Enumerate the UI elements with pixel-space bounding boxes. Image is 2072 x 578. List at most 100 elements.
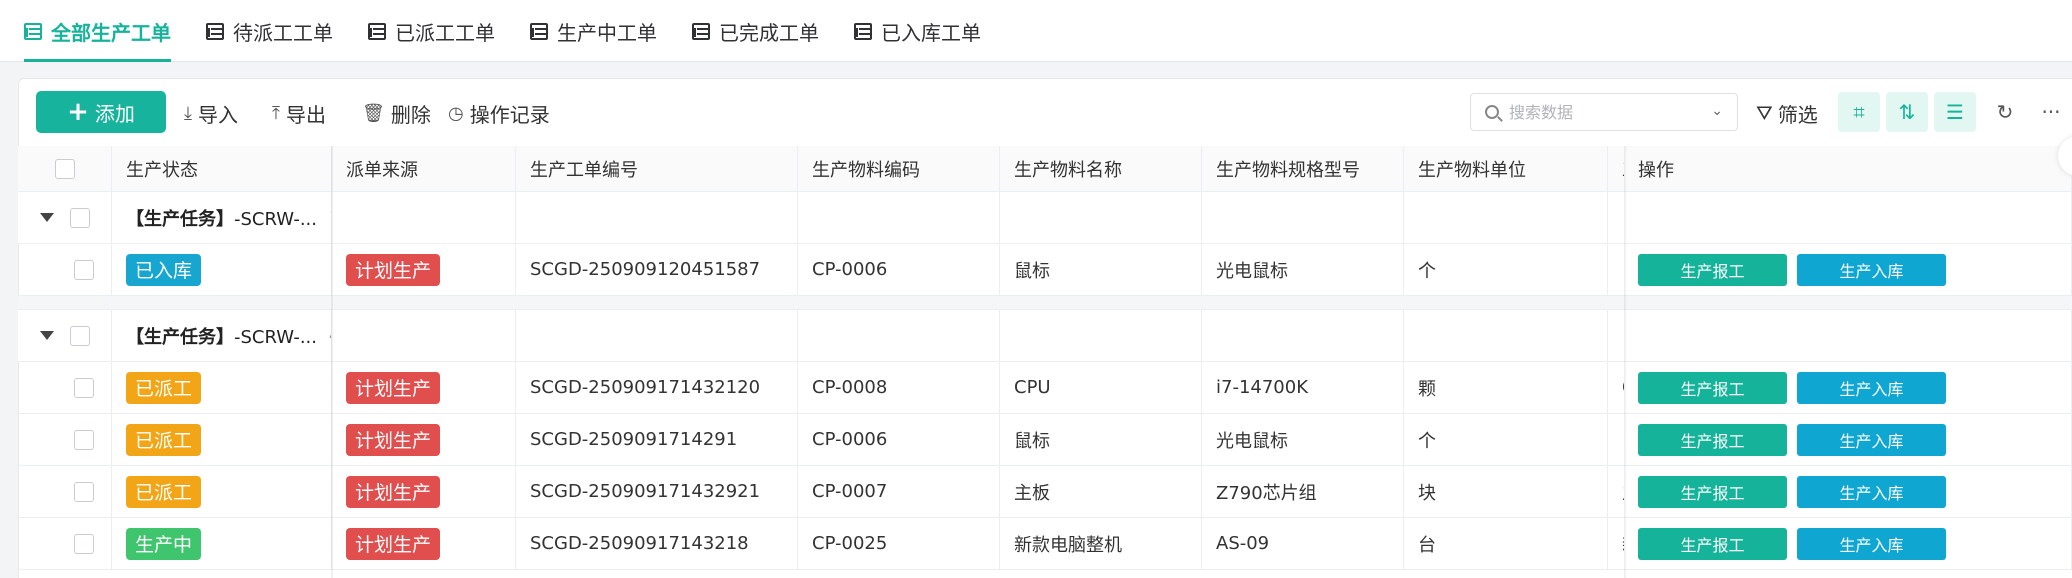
material-unit: 颗 <box>1404 362 1608 413</box>
material-spec: AS-09 <box>1202 518 1404 569</box>
tab-bar: 全部生产工单 待派工工单 已派工工单 生产中工单 已完成工单 已入库工单 <box>0 0 2072 62</box>
group-divider <box>18 296 2072 310</box>
active-tab-underline <box>24 59 171 62</box>
material-name: CPU <box>1000 362 1202 413</box>
status-badge: 已入库 <box>126 253 202 286</box>
column-header[interactable]: 生产状态 <box>112 146 332 191</box>
status-badge: 已派工 <box>126 475 202 508</box>
table-row[interactable]: 已派工 计划生产 SCGD-250909171432921 CP-0007 主板… <box>18 466 2072 518</box>
production-stockin-button[interactable]: 生产入库 <box>1797 527 1946 560</box>
source-badge: 计划生产 <box>346 253 441 286</box>
material-spec: 光电鼠标 <box>1202 414 1404 465</box>
filter-label: 筛选 <box>1777 102 1818 127</box>
operation-log-button[interactable]: ◷ 操作记录 <box>448 96 550 130</box>
more-button[interactable]: ··· <box>2030 92 2072 132</box>
material-code: CP-0025 <box>798 518 1000 569</box>
tab-label: 已完成工单 <box>719 20 819 45</box>
column-header[interactable]: 派单来源 <box>332 146 516 191</box>
refresh-button[interactable]: ↻ <box>1984 92 2026 132</box>
production-report-button[interactable]: 生产报工 <box>1638 475 1787 508</box>
tree-expand-button[interactable]: ⇅ <box>1886 92 1928 132</box>
tab-pending-dispatch[interactable]: 待派工工单 <box>206 0 333 62</box>
source-badge: 计划生产 <box>346 475 441 508</box>
add-button-label: 添加 <box>94 101 135 126</box>
left-fixed-column-divider <box>331 146 333 578</box>
search-icon <box>1485 105 1499 119</box>
tab-dispatched[interactable]: 已派工工单 <box>368 0 495 62</box>
fixed-column-shadow <box>1624 146 1627 578</box>
table-row[interactable]: 生产中 计划生产 SCGD-25090917143218 CP-0025 新款电… <box>18 518 2072 570</box>
table-row[interactable]: 已派工 计划生产 SCGD-250909171432120 CP-0008 CP… <box>18 362 2072 414</box>
production-report-button[interactable]: 生产报工 <box>1638 253 1787 286</box>
production-stockin-button[interactable]: 生产入库 <box>1797 423 1946 456</box>
export-button[interactable]: ⤒ 导出 <box>272 96 326 130</box>
row-checkbox[interactable] <box>74 429 94 450</box>
table-icon <box>854 22 872 40</box>
row-checkbox[interactable] <box>74 377 94 398</box>
production-report-button[interactable]: 生产报工 <box>1638 371 1787 404</box>
table-icon <box>206 22 224 40</box>
column-header[interactable]: 生产物料编码 <box>798 146 1000 191</box>
material-unit: 个 <box>1404 414 1608 465</box>
search-input[interactable] <box>1509 102 1709 122</box>
production-stockin-button[interactable]: 生产入库 <box>1797 371 1946 404</box>
tab-completed[interactable]: 已完成工单 <box>692 0 819 62</box>
group-checkbox[interactable] <box>70 207 90 228</box>
select-all-checkbox[interactable] <box>54 158 75 179</box>
tree-expand-icon: ⇅ <box>1898 100 1916 124</box>
collapse-caret-icon[interactable] <box>40 213 54 222</box>
production-report-button[interactable]: 生产报工 <box>1638 527 1787 560</box>
clock-icon: ◷ <box>448 102 464 124</box>
order-number: SCGD-250909171432921 <box>516 466 798 517</box>
material-name: 主板 <box>1000 466 1202 517</box>
source-badge: 计划生产 <box>346 371 441 404</box>
chevron-down-icon[interactable]: ⌄ <box>1711 103 1723 119</box>
group-view-button[interactable]: ☰ <box>1934 92 1976 132</box>
delete-label: 删除 <box>390 102 431 127</box>
group-checkbox[interactable] <box>70 325 90 346</box>
table-row[interactable]: 已派工 计划生产 SCGD-2509091714291 CP-0006 鼠标 光… <box>18 414 2072 466</box>
card-view-button[interactable]: ⌗ <box>1838 92 1880 132</box>
material-unit: 台 <box>1404 518 1608 569</box>
plus-icon: + <box>67 97 89 127</box>
card-view-icon: ⌗ <box>1853 100 1865 124</box>
filter-icon: ⛛ <box>1756 101 1773 125</box>
production-report-button[interactable]: 生产报工 <box>1638 423 1787 456</box>
column-header-actions: 操作 <box>1624 146 2072 191</box>
row-checkbox[interactable] <box>74 533 94 554</box>
collapse-caret-icon[interactable] <box>40 331 54 340</box>
filter-button[interactable]: ⛛ 筛选 <box>1756 96 1818 130</box>
material-unit: 个 <box>1404 244 1608 295</box>
row-checkbox[interactable] <box>74 259 94 280</box>
production-stockin-button[interactable]: 生产入库 <box>1797 253 1946 286</box>
column-header[interactable]: 生产物料单位 <box>1404 146 1608 191</box>
column-header[interactable]: 生产物料名称 <box>1000 146 1202 191</box>
status-badge: 已派工 <box>126 423 202 456</box>
material-code: CP-0008 <box>798 362 1000 413</box>
more-icon: ··· <box>2041 100 2061 124</box>
material-code: CP-0007 <box>798 466 1000 517</box>
tab-label: 全部生产工单 <box>51 20 171 45</box>
group-view-icon: ☰ <box>1946 100 1964 124</box>
tab-warehoused[interactable]: 已入库工单 <box>854 0 981 62</box>
tab-in-production[interactable]: 生产中工单 <box>530 0 657 62</box>
column-header[interactable]: 生产物料规格型号 <box>1202 146 1404 191</box>
add-button[interactable]: + 添加 <box>36 91 166 133</box>
search-box[interactable]: ⌄ <box>1470 93 1738 131</box>
material-name: 新款电脑整机 <box>1000 518 1202 569</box>
table-header: 生产状态 派单来源 生产工单编号 生产物料编码 生产物料名称 生产物料规格型号 … <box>18 146 2072 192</box>
column-header[interactable]: 生产工单编号 <box>516 146 798 191</box>
table-row[interactable]: 已入库 计划生产 SCGD-250909120451587 CP-0006 鼠标… <box>18 244 2072 296</box>
delete-button[interactable]: 🗑 删除 <box>362 96 431 130</box>
tab-all-orders[interactable]: 全部生产工单 <box>24 0 171 62</box>
group-label: 【生产任务】-SCRW-... <box>126 326 317 348</box>
table-icon <box>24 22 42 40</box>
order-number: SCGD-2509091714291 <box>516 414 798 465</box>
import-button[interactable]: ⤓ 导入 <box>184 96 238 130</box>
production-stockin-button[interactable]: 生产入库 <box>1797 475 1946 508</box>
tab-label: 已入库工单 <box>881 20 981 45</box>
export-icon: ⤒ <box>272 102 280 124</box>
tab-label: 已派工工单 <box>395 20 495 45</box>
material-code: CP-0006 <box>798 244 1000 295</box>
row-checkbox[interactable] <box>74 481 94 502</box>
